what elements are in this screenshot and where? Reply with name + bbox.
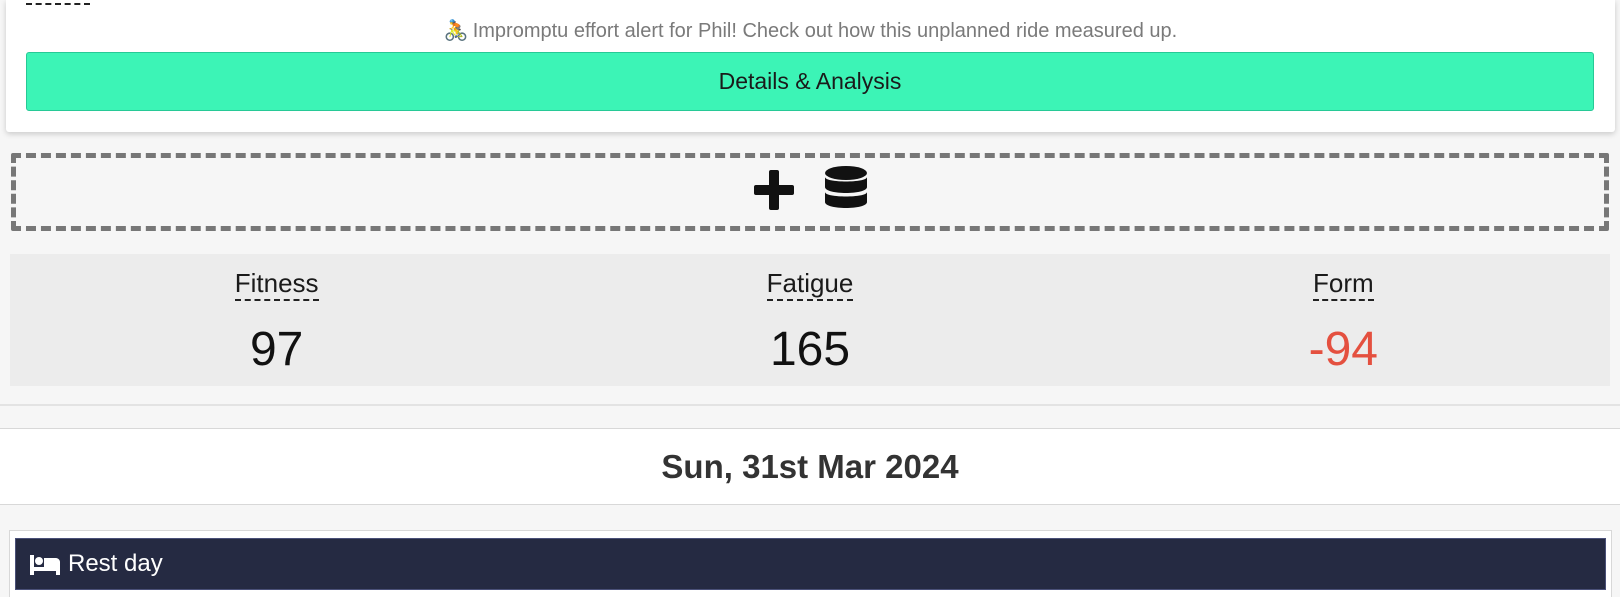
cyclist-icon: 🚴 bbox=[443, 20, 469, 42]
form-value: -94 bbox=[1308, 323, 1378, 376]
fatigue-value: 165 bbox=[769, 323, 851, 376]
fitness-value: 97 bbox=[249, 323, 304, 376]
rest-day-bar[interactable]: Rest day bbox=[15, 538, 1606, 590]
activity-alert: 🚴 Impromptu effort alert for Phil! Check … bbox=[6, 18, 1615, 43]
plus-icon bbox=[752, 168, 796, 217]
details-analysis-button[interactable]: Details & Analysis bbox=[26, 52, 1594, 111]
add-activity-dropzone[interactable] bbox=[11, 153, 1609, 231]
dashed-underline bbox=[26, 3, 90, 5]
divider bbox=[0, 404, 1620, 406]
fatigue-metric: Fatigue 165 bbox=[543, 254, 1076, 386]
fitness-label[interactable]: Fitness bbox=[234, 268, 319, 301]
form-label[interactable]: Form bbox=[1312, 268, 1374, 301]
activity-card: 🚴 Impromptu effort alert for Phil! Check … bbox=[6, 0, 1615, 132]
alert-message: Impromptu effort alert for Phil! Check o… bbox=[472, 20, 1178, 42]
rest-day-card: Rest day bbox=[9, 530, 1612, 597]
database-icon bbox=[824, 165, 868, 220]
fitness-metric: Fitness 97 bbox=[10, 254, 543, 386]
bed-icon bbox=[30, 553, 60, 575]
fatigue-label[interactable]: Fatigue bbox=[766, 268, 854, 301]
training-metrics: Fitness 97 Fatigue 165 Form -94 bbox=[10, 254, 1610, 386]
form-metric: Form -94 bbox=[1077, 254, 1610, 386]
day-header: Sun, 31st Mar 2024 bbox=[0, 428, 1620, 505]
rest-day-label: Rest day bbox=[68, 550, 163, 577]
